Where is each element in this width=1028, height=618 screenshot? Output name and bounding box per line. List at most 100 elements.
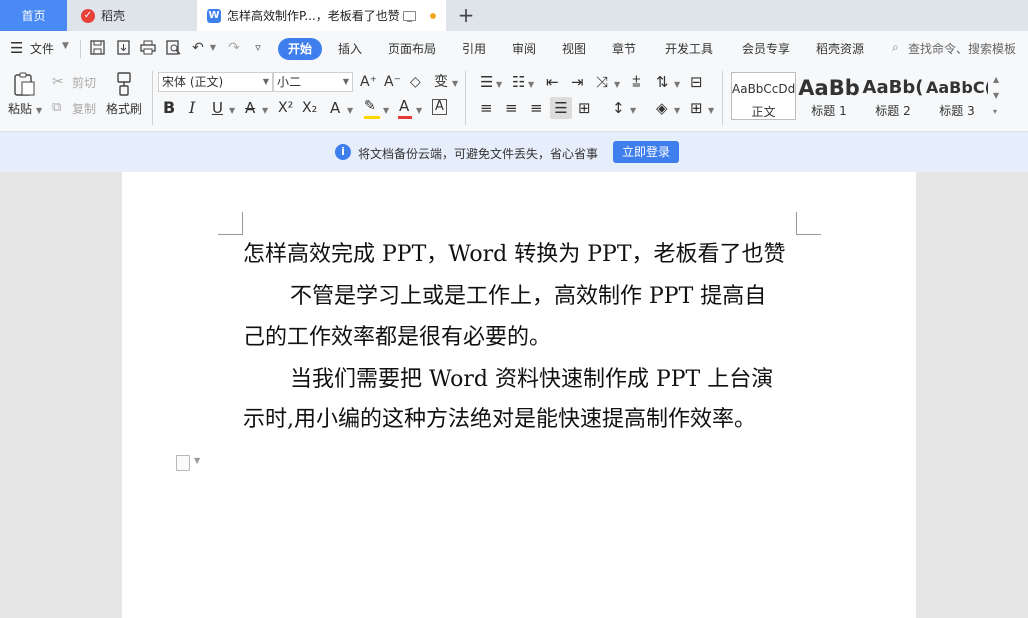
undo-icon[interactable]: ↶ — [190, 40, 206, 56]
style-heading-3[interactable]: AaBbC( 标题 3 — [926, 72, 988, 120]
numbered-list-icon[interactable]: ☷ — [512, 73, 525, 91]
strikethrough-icon[interactable]: A — [245, 99, 255, 117]
chevron-down-icon[interactable]: ▼ — [674, 76, 680, 94]
text-effect-icon[interactable]: A — [330, 99, 340, 117]
font-color-swatch — [398, 116, 412, 119]
distributed-align-icon[interactable]: ⊞ — [578, 99, 591, 117]
search-icon[interactable]: ⌕ — [892, 40, 899, 55]
copy-icon[interactable]: ⧉ — [52, 99, 61, 117]
cut-button[interactable]: 剪切 — [72, 75, 96, 91]
borders-icon[interactable]: ⊞ — [690, 99, 703, 117]
menu-insert[interactable]: 插入 — [338, 40, 362, 57]
align-right-icon[interactable]: ≡ — [530, 99, 543, 117]
search-command-input[interactable]: 查找命令、搜索模板 — [908, 40, 1016, 57]
italic-icon[interactable]: I — [189, 99, 195, 117]
style-normal[interactable]: AaBbCcDd 正文 — [731, 72, 796, 120]
font-family-select[interactable]: 宋体 (正文) ▼ — [158, 72, 273, 92]
bullet-list-icon[interactable]: ☰ — [480, 73, 493, 91]
phonetic-guide-icon[interactable]: 变 — [434, 73, 448, 91]
chevron-down-icon[interactable]: ▼ — [452, 75, 458, 93]
menu-review[interactable]: 审阅 — [512, 40, 536, 57]
font-color-icon[interactable]: A — [399, 97, 409, 115]
chevron-down-icon[interactable]: ▼ — [614, 76, 620, 94]
text-direction-icon[interactable]: ⩲ — [632, 73, 641, 91]
increase-indent-icon[interactable]: ⇥ — [571, 73, 584, 91]
copy-button[interactable]: 复制 — [72, 101, 96, 117]
redo-icon[interactable]: ↷ — [226, 40, 242, 56]
style-sample: AaBb — [798, 76, 860, 100]
hamburger-menu-icon[interactable]: ☰ — [10, 39, 23, 57]
format-painter-button[interactable]: 格式刷 — [106, 101, 142, 117]
document-text-line[interactable]: 示时,用小编的这种方法绝对是能快速提高制作效率。 — [243, 405, 756, 435]
highlight-pen-icon[interactable]: ✎ — [364, 97, 376, 115]
print-preview-icon[interactable] — [165, 40, 181, 56]
superscript-icon[interactable]: X² — [278, 99, 293, 117]
chevron-down-icon[interactable]: ▼ — [62, 41, 69, 51]
line-spacing-icon[interactable]: ↕ — [612, 99, 625, 117]
menu-references[interactable]: 引用 — [462, 40, 486, 57]
expand-styles-icon[interactable]: ▾ — [993, 103, 997, 121]
document-text-line[interactable]: 己的工作效率都是很有必要的。 — [243, 323, 551, 353]
grow-font-icon[interactable]: A⁺ — [360, 73, 377, 91]
menu-file[interactable]: 文件 — [30, 40, 54, 57]
bold-icon[interactable]: B — [163, 99, 175, 117]
menu-view[interactable]: 视图 — [562, 40, 586, 57]
menu-chapter[interactable]: 章节 — [612, 40, 636, 57]
menu-developer[interactable]: 开发工具 — [665, 40, 713, 57]
export-pdf-icon[interactable] — [115, 40, 131, 56]
chevron-down-icon[interactable]: ▼ — [496, 76, 502, 94]
align-center-icon[interactable]: ≡ — [505, 99, 518, 117]
style-heading-2[interactable]: AaBb( 标题 2 — [862, 72, 924, 120]
menu-start-tab[interactable]: 开始 — [278, 38, 322, 60]
chevron-down-icon[interactable]: ▼ — [528, 76, 534, 94]
decrease-indent-icon[interactable]: ⇤ — [546, 73, 559, 91]
sort-icon[interactable]: ⇅ — [656, 73, 669, 91]
divider — [722, 71, 723, 125]
chinese-layout-icon[interactable]: ⤨ — [596, 73, 608, 91]
paste-button[interactable]: 粘贴 — [8, 101, 32, 117]
chevron-down-icon[interactable]: ▼ — [416, 102, 422, 120]
eraser-icon[interactable]: ◇ — [410, 73, 421, 91]
print-icon[interactable] — [140, 40, 156, 56]
underline-icon[interactable]: U — [212, 99, 223, 117]
chevron-down-icon[interactable]: ▼ — [36, 103, 42, 119]
show-marks-icon[interactable]: ⊟ — [690, 73, 703, 91]
chevron-down-icon[interactable]: ▼ — [708, 102, 714, 120]
document-text-line[interactable]: 当我们需要把 Word 资料快速制作成 PPT 上台演 — [290, 365, 773, 395]
chevron-down-icon[interactable]: ▼ — [383, 102, 389, 120]
save-icon[interactable] — [89, 40, 105, 56]
tab-home[interactable]: 首页 — [0, 0, 67, 31]
menu-page-layout[interactable]: 页面布局 — [388, 40, 436, 57]
tab-daoke[interactable]: ✓ 稻壳 — [67, 0, 195, 31]
subscript-icon[interactable]: X₂ — [302, 99, 317, 117]
add-tab-button[interactable]: + — [452, 0, 480, 31]
paste-icon[interactable] — [12, 71, 36, 97]
scissors-icon[interactable]: ✂ — [52, 73, 64, 91]
shading-icon[interactable]: ◈ — [656, 99, 668, 117]
align-left-icon[interactable]: ≡ — [480, 99, 493, 117]
character-border-icon[interactable]: A — [432, 99, 447, 115]
chevron-down-icon[interactable]: ▼ — [674, 102, 680, 120]
style-sample: AaBbC( — [926, 78, 988, 97]
tab-document[interactable]: W 怎样高效制作P...，老板看了也赞 — [197, 0, 446, 31]
justify-icon[interactable]: ☰ — [550, 97, 572, 119]
paragraph-marker-icon[interactable] — [176, 455, 190, 471]
font-size-select[interactable]: 小二 ▼ — [273, 72, 353, 92]
chevron-down-icon[interactable]: ▼ — [229, 102, 235, 120]
document-page[interactable] — [122, 172, 916, 618]
format-painter-icon[interactable] — [113, 71, 135, 97]
document-title-line[interactable]: 怎样高效完成 PPT，Word 转换为 PPT，老板看了也赞 — [243, 240, 786, 270]
chevron-down-icon[interactable]: ▼ — [194, 456, 200, 465]
shrink-font-icon[interactable]: A⁻ — [384, 73, 401, 91]
monitor-icon[interactable] — [403, 10, 416, 22]
more-options-icon[interactable]: ▿ — [250, 40, 266, 56]
chevron-down-icon[interactable]: ▼ — [630, 102, 636, 120]
menu-daoke-resources[interactable]: 稻壳资源 — [816, 40, 864, 57]
menu-member[interactable]: 会员专享 — [742, 40, 790, 57]
login-button[interactable]: 立即登录 — [613, 141, 679, 163]
style-heading-1[interactable]: AaBb 标题 1 — [798, 72, 860, 120]
chevron-down-icon[interactable]: ▼ — [205, 40, 221, 56]
chevron-down-icon[interactable]: ▼ — [347, 102, 353, 120]
chevron-down-icon[interactable]: ▼ — [262, 102, 268, 120]
document-text-line[interactable]: 不管是学习上或是工作上，高效制作 PPT 提高自 — [290, 282, 766, 312]
